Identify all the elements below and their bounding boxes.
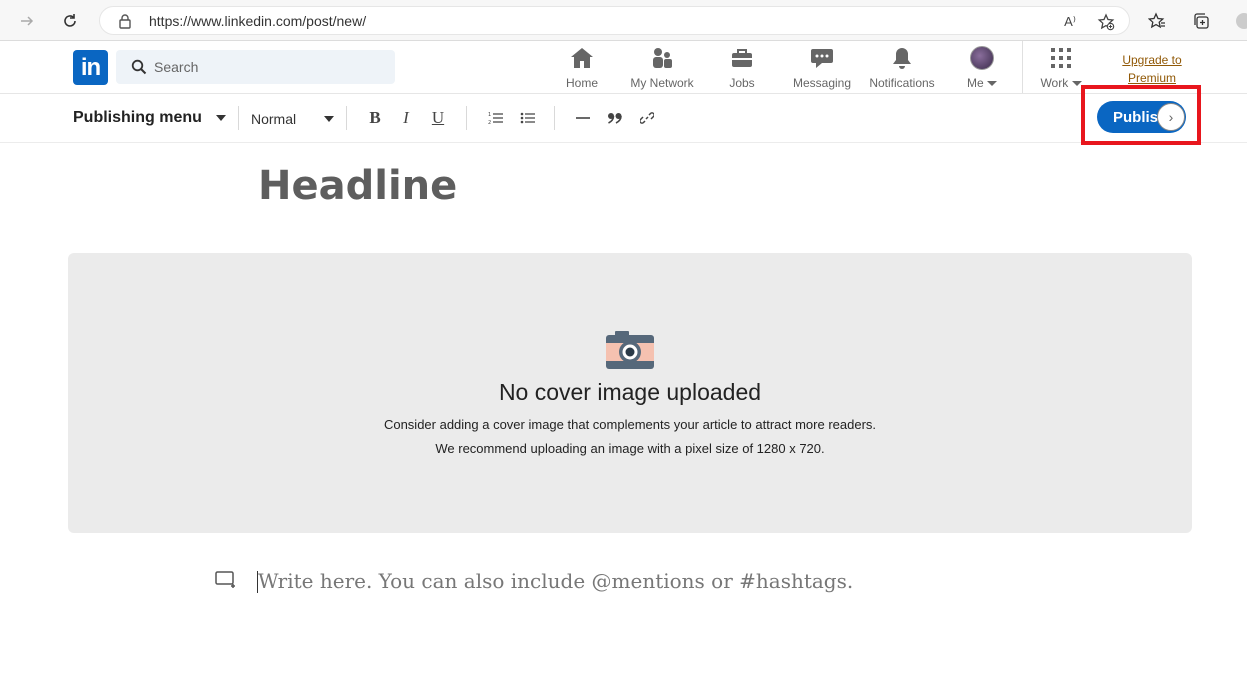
nav-item-messaging[interactable]: Messaging: [791, 46, 853, 91]
caret-down-icon: [324, 116, 335, 122]
url-text: https://www.linkedin.com/post/new/: [149, 13, 367, 29]
bold-button[interactable]: B: [363, 106, 387, 130]
grid-icon: [1050, 46, 1072, 70]
nav-item-label: Me: [966, 76, 984, 90]
publishing-menu-dropdown[interactable]: Publishing menu: [73, 109, 226, 127]
publishing-toolbar: Publishing menu Normal B I U 12: [0, 94, 1247, 143]
text-style-value: Normal: [251, 111, 297, 127]
collections-icon[interactable]: [1189, 9, 1213, 33]
favorites-icon[interactable]: [1145, 9, 1169, 33]
bell-icon: [890, 46, 914, 70]
bulleted-list-icon[interactable]: [516, 106, 540, 130]
nav-item-my-network[interactable]: My Network: [626, 46, 698, 91]
search-input[interactable]: [154, 50, 384, 84]
cover-image-area[interactable]: No cover image uploaded Consider adding …: [68, 253, 1192, 533]
forward-arrow-icon[interactable]: [14, 8, 40, 34]
toolbar-divider: [466, 106, 467, 130]
underline-button[interactable]: U: [426, 106, 450, 130]
nav-item-label: Work: [1040, 76, 1069, 90]
camera-icon: [605, 331, 655, 376]
lock-icon: [118, 13, 132, 34]
avatar: [970, 46, 994, 70]
svg-text:1: 1: [488, 112, 491, 118]
refresh-icon[interactable]: [57, 8, 83, 34]
search-icon: [131, 59, 147, 80]
linkedin-nav-bar: in Home My Network Jobs Messaging Notif: [0, 41, 1247, 94]
add-favorite-icon[interactable]: [1096, 12, 1116, 32]
search-box[interactable]: [116, 50, 395, 84]
publishing-menu-label: Publishing menu: [73, 109, 202, 126]
nav-item-label: Notifications: [869, 76, 935, 90]
upgrade-premium-link[interactable]: Upgrade to Premium: [1112, 51, 1192, 87]
chevron-right-icon[interactable]: ›: [1157, 103, 1185, 131]
home-icon: [570, 46, 594, 70]
chat-bubble-icon: [810, 46, 834, 70]
svg-text:2: 2: [488, 120, 491, 125]
toolbar-divider: [346, 106, 347, 130]
nav-item-home[interactable]: Home: [563, 46, 601, 91]
nav-item-label: Jobs: [729, 76, 755, 90]
nav-item-me[interactable]: Me: [962, 46, 1002, 91]
cover-description-2: We recommend uploading an image with a p…: [435, 441, 825, 456]
nav-item-jobs[interactable]: Jobs: [725, 46, 759, 91]
divider-line-icon[interactable]: [571, 106, 595, 130]
cover-description-1: Consider adding a cover image that compl…: [383, 417, 877, 432]
text-style-select[interactable]: Normal: [251, 111, 335, 127]
nav-item-work[interactable]: Work: [1038, 46, 1084, 91]
add-media-icon[interactable]: [215, 571, 237, 594]
article-body: [215, 566, 1115, 606]
toolbar-divider: [554, 106, 555, 130]
browser-toolbar: https://www.linkedin.com/post/new/ A⁾: [0, 0, 1247, 41]
nav-item-label: My Network: [630, 76, 694, 90]
nav-divider: [1022, 41, 1023, 93]
read-aloud-icon[interactable]: A⁾: [1060, 12, 1080, 32]
caret-down-icon: [215, 115, 226, 121]
publish-button[interactable]: Publish ›: [1097, 101, 1186, 133]
toolbar-divider: [238, 106, 239, 130]
link-icon[interactable]: [635, 106, 659, 130]
headline-input[interactable]: Headline: [258, 163, 457, 209]
nav-item-label: Home: [565, 76, 598, 90]
address-bar[interactable]: https://www.linkedin.com/post/new/ A⁾: [99, 6, 1130, 35]
upgrade-line-1: Upgrade to: [1122, 53, 1182, 67]
network-icon: [650, 46, 674, 70]
italic-button[interactable]: I: [394, 106, 418, 130]
cover-title: No cover image uploaded: [498, 379, 762, 405]
profile-icon[interactable]: [1232, 9, 1247, 33]
numbered-list-icon[interactable]: 12: [484, 106, 508, 130]
quote-icon[interactable]: [603, 106, 627, 130]
nav-item-notifications[interactable]: Notifications: [866, 46, 938, 91]
nav-item-label: Messaging: [792, 76, 852, 90]
linkedin-logo[interactable]: in: [73, 50, 108, 85]
caret-down-icon: [987, 81, 997, 87]
briefcase-icon: [730, 46, 754, 70]
article-body-input[interactable]: [258, 566, 1108, 596]
